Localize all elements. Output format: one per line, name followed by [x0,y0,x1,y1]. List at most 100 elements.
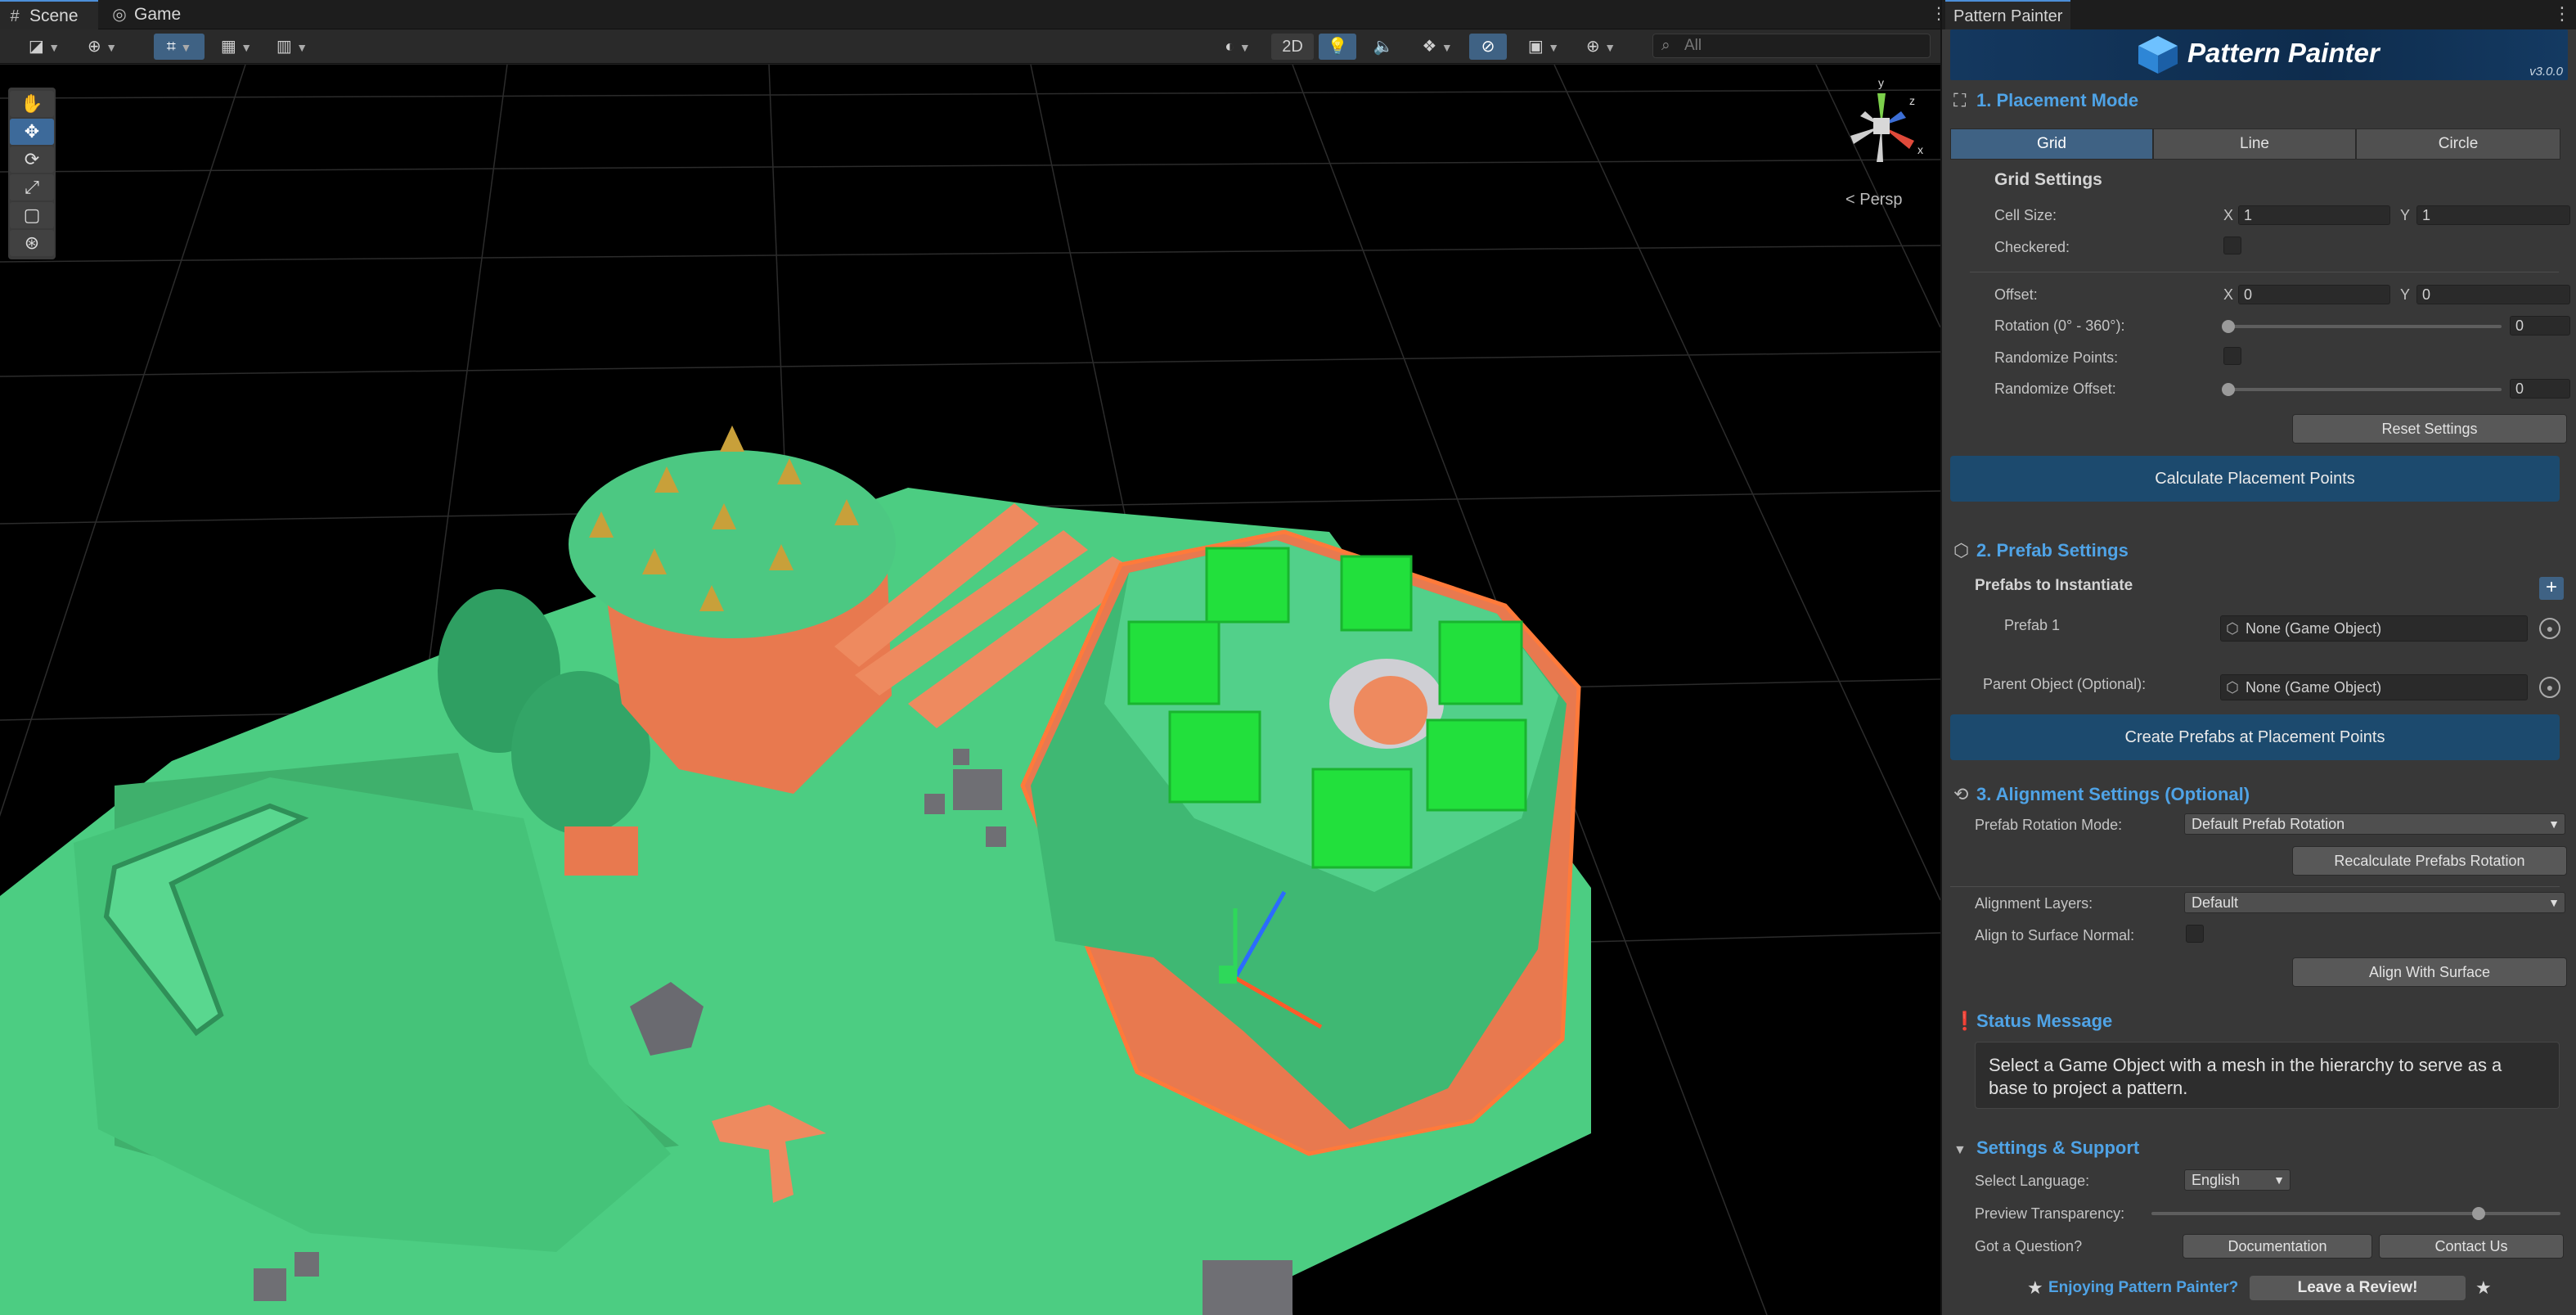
scale-tool-button[interactable]: ⤢ [10,174,54,200]
gamepad-icon: ◎ [112,6,127,24]
randomize-offset-slider[interactable] [2227,388,2502,391]
contact-us-button[interactable]: Contact Us [2379,1234,2564,1259]
panel-tab[interactable]: Pattern Painter [1945,0,2071,29]
camera-icon: ▣ [1527,38,1544,56]
rotation-slider-handle[interactable] [2222,320,2235,333]
banner: Pattern Painter v3.0.0 [1950,29,2568,80]
draw-mode-button[interactable]: ◪ ▼ [21,34,67,60]
transparency-slider-handle[interactable] [2472,1207,2485,1220]
cell-size-x-field[interactable]: 1 [2238,205,2390,225]
gizmo-z-label: z [1909,94,1915,107]
scene-search-input[interactable]: ⌕ All [1652,34,1931,58]
offset-y-axis: Y [2400,286,2411,303]
offset-y-field[interactable]: 0 [2416,285,2570,304]
audio-toggle[interactable]: 🔈 [1364,34,1402,60]
documentation-button[interactable]: Documentation [2183,1234,2372,1259]
hand-tool-button[interactable]: ✋ [10,91,54,117]
cell-size-x-axis: X [2223,207,2234,223]
lighting-toggle[interactable]: 💡 [1319,34,1356,60]
leave-review-button[interactable]: Leave a Review! [2250,1276,2466,1300]
object-picker-icon[interactable]: ● [2539,677,2560,698]
chevron-down-icon: ▼ [2548,817,2560,831]
scene-toolbar: ◪ ▼ ⊕ ▼ ⌗ ▼ ▦ ▼ ▥ ▼ ◐ ▼ 2D 💡 🔈 ❖ ▼ ⊘ ▣ ▼… [0,29,1940,64]
create-prefabs-button[interactable]: Create Prefabs at Placement Points [1950,714,2560,760]
question-label: Got a Question? [1975,1238,2083,1254]
alignment-layers-dropdown[interactable]: Default ▼ [2184,892,2565,913]
cell-size-y-field[interactable]: 1 [2416,205,2570,225]
prefab-1-value: None (Game Object) [2246,620,2382,637]
chevron-down-icon: ▼ [241,41,253,54]
visibility-toggle[interactable]: ⊘ [1469,34,1507,60]
grid-snap-button[interactable]: ▦ ▼ [211,34,262,60]
footer: ★ Enjoying Pattern Painter? Leave a Revi… [1942,1272,2576,1308]
prefab-settings-header: ⬡ 2. Prefab Settings [1953,540,2129,561]
grid-icon: # [10,7,20,25]
scene-viewport[interactable]: ✋ ✥ ⟳ ⤢ ▢ ⊛ y x z < Persp [0,65,1940,1315]
2d-toggle[interactable]: 2D [1271,34,1314,60]
effects-button[interactable]: ❖ ▼ [1412,34,1463,60]
star-icon: ★ [2475,1277,2492,1298]
move-tool-button[interactable]: ✥ [10,119,54,145]
randomize-offset-slider-handle[interactable] [2222,383,2235,396]
gizmos-button[interactable]: ⊕ ▼ [1576,34,1626,60]
mode-grid-button[interactable]: Grid [1950,128,2153,160]
align-normal-checkbox[interactable] [2186,925,2204,943]
rect-icon: ▢ [23,205,41,225]
align-normal-label: Align to Surface Normal: [1975,927,2135,943]
settings-support-header[interactable]: ▼ Settings & Support [1953,1137,2139,1159]
search-icon: ⌕ [1661,37,1670,54]
tab-scene[interactable]: # Scene [0,0,98,29]
reset-settings-button[interactable]: Reset Settings [2292,414,2567,444]
randomize-offset-field[interactable]: 0 [2510,379,2570,399]
cube-logo-icon [2138,36,2178,74]
mode-line-button[interactable]: Line [2153,128,2356,160]
chevron-down-icon: ▼ [1441,41,1453,54]
scale-icon: ⤢ [25,177,39,197]
settings-support-title: Settings & Support [1976,1137,2140,1158]
rotate-tool-button[interactable]: ⟳ [10,146,54,173]
rotation-mode-dropdown[interactable]: Default Prefab Rotation ▼ [2184,813,2565,835]
panel-menu-icon[interactable]: ⋮ [2553,3,2571,25]
language-label: Select Language: [1975,1173,2090,1189]
offset-x-field[interactable]: 0 [2238,285,2390,304]
prefab-1-label: Prefab 1 [2004,617,2061,633]
align-with-surface-button[interactable]: Align With Surface [2292,957,2567,987]
orientation-gizmo[interactable]: y x z [1832,77,1931,175]
draw-mode-icon: ◪ [28,38,44,56]
object-picker-icon[interactable]: ● [2539,618,2560,639]
recalculate-rotation-button[interactable]: Recalculate Prefabs Rotation [2292,846,2567,876]
mode-circle-button[interactable]: Circle [2356,128,2560,160]
move-icon: ✥ [24,121,40,142]
hidden-eye-icon: ⊘ [1481,38,1495,56]
offset-label: Offset: [1994,286,2038,303]
parent-object-field[interactable]: ⬡ None (Game Object) [2220,674,2528,700]
transform-tool-button[interactable]: ⊛ [10,230,54,256]
prefabs-title: Prefabs to Instantiate [1975,577,2133,594]
prefab-1-field[interactable]: ⬡ None (Game Object) [2220,615,2528,642]
chevron-down-icon: ▼ [2548,896,2560,909]
increment-snap-button[interactable]: ▥ ▼ [267,34,317,60]
rotation-slider[interactable] [2227,325,2502,328]
effects-icon: ❖ [1422,38,1437,56]
chevron-down-icon: ▼ [1548,41,1560,54]
camera-button[interactable]: ▣ ▼ [1518,34,1569,60]
snap-icon: ⌗ [166,38,176,56]
language-dropdown[interactable]: English ▼ [2184,1169,2291,1191]
transparency-slider[interactable] [2151,1212,2560,1215]
calculate-placement-button[interactable]: Calculate Placement Points [1950,456,2560,502]
tab-game[interactable]: ◎ Game [105,0,203,29]
rotation-field[interactable]: 0 [2510,316,2570,336]
randomize-points-checkbox[interactable] [2223,347,2241,365]
tab-scene-label: Scene [29,7,79,25]
snap-button[interactable]: ⌗ ▼ [154,34,205,60]
hand-icon: ✋ [20,93,43,114]
checkered-checkbox[interactable] [2223,236,2241,254]
prefab-settings-title: 2. Prefab Settings [1976,540,2129,561]
rect-tool-button[interactable]: ▢ [10,202,54,228]
shading-button[interactable]: ◐ ▼ [1212,34,1263,60]
add-prefab-button[interactable]: + [2539,577,2564,600]
global-local-button[interactable]: ⊕ ▼ [79,34,126,60]
gizmo-y-label: y [1878,77,1884,89]
projection-label[interactable]: < Persp [1845,191,1902,209]
lightbulb-icon: 💡 [1327,38,1348,56]
